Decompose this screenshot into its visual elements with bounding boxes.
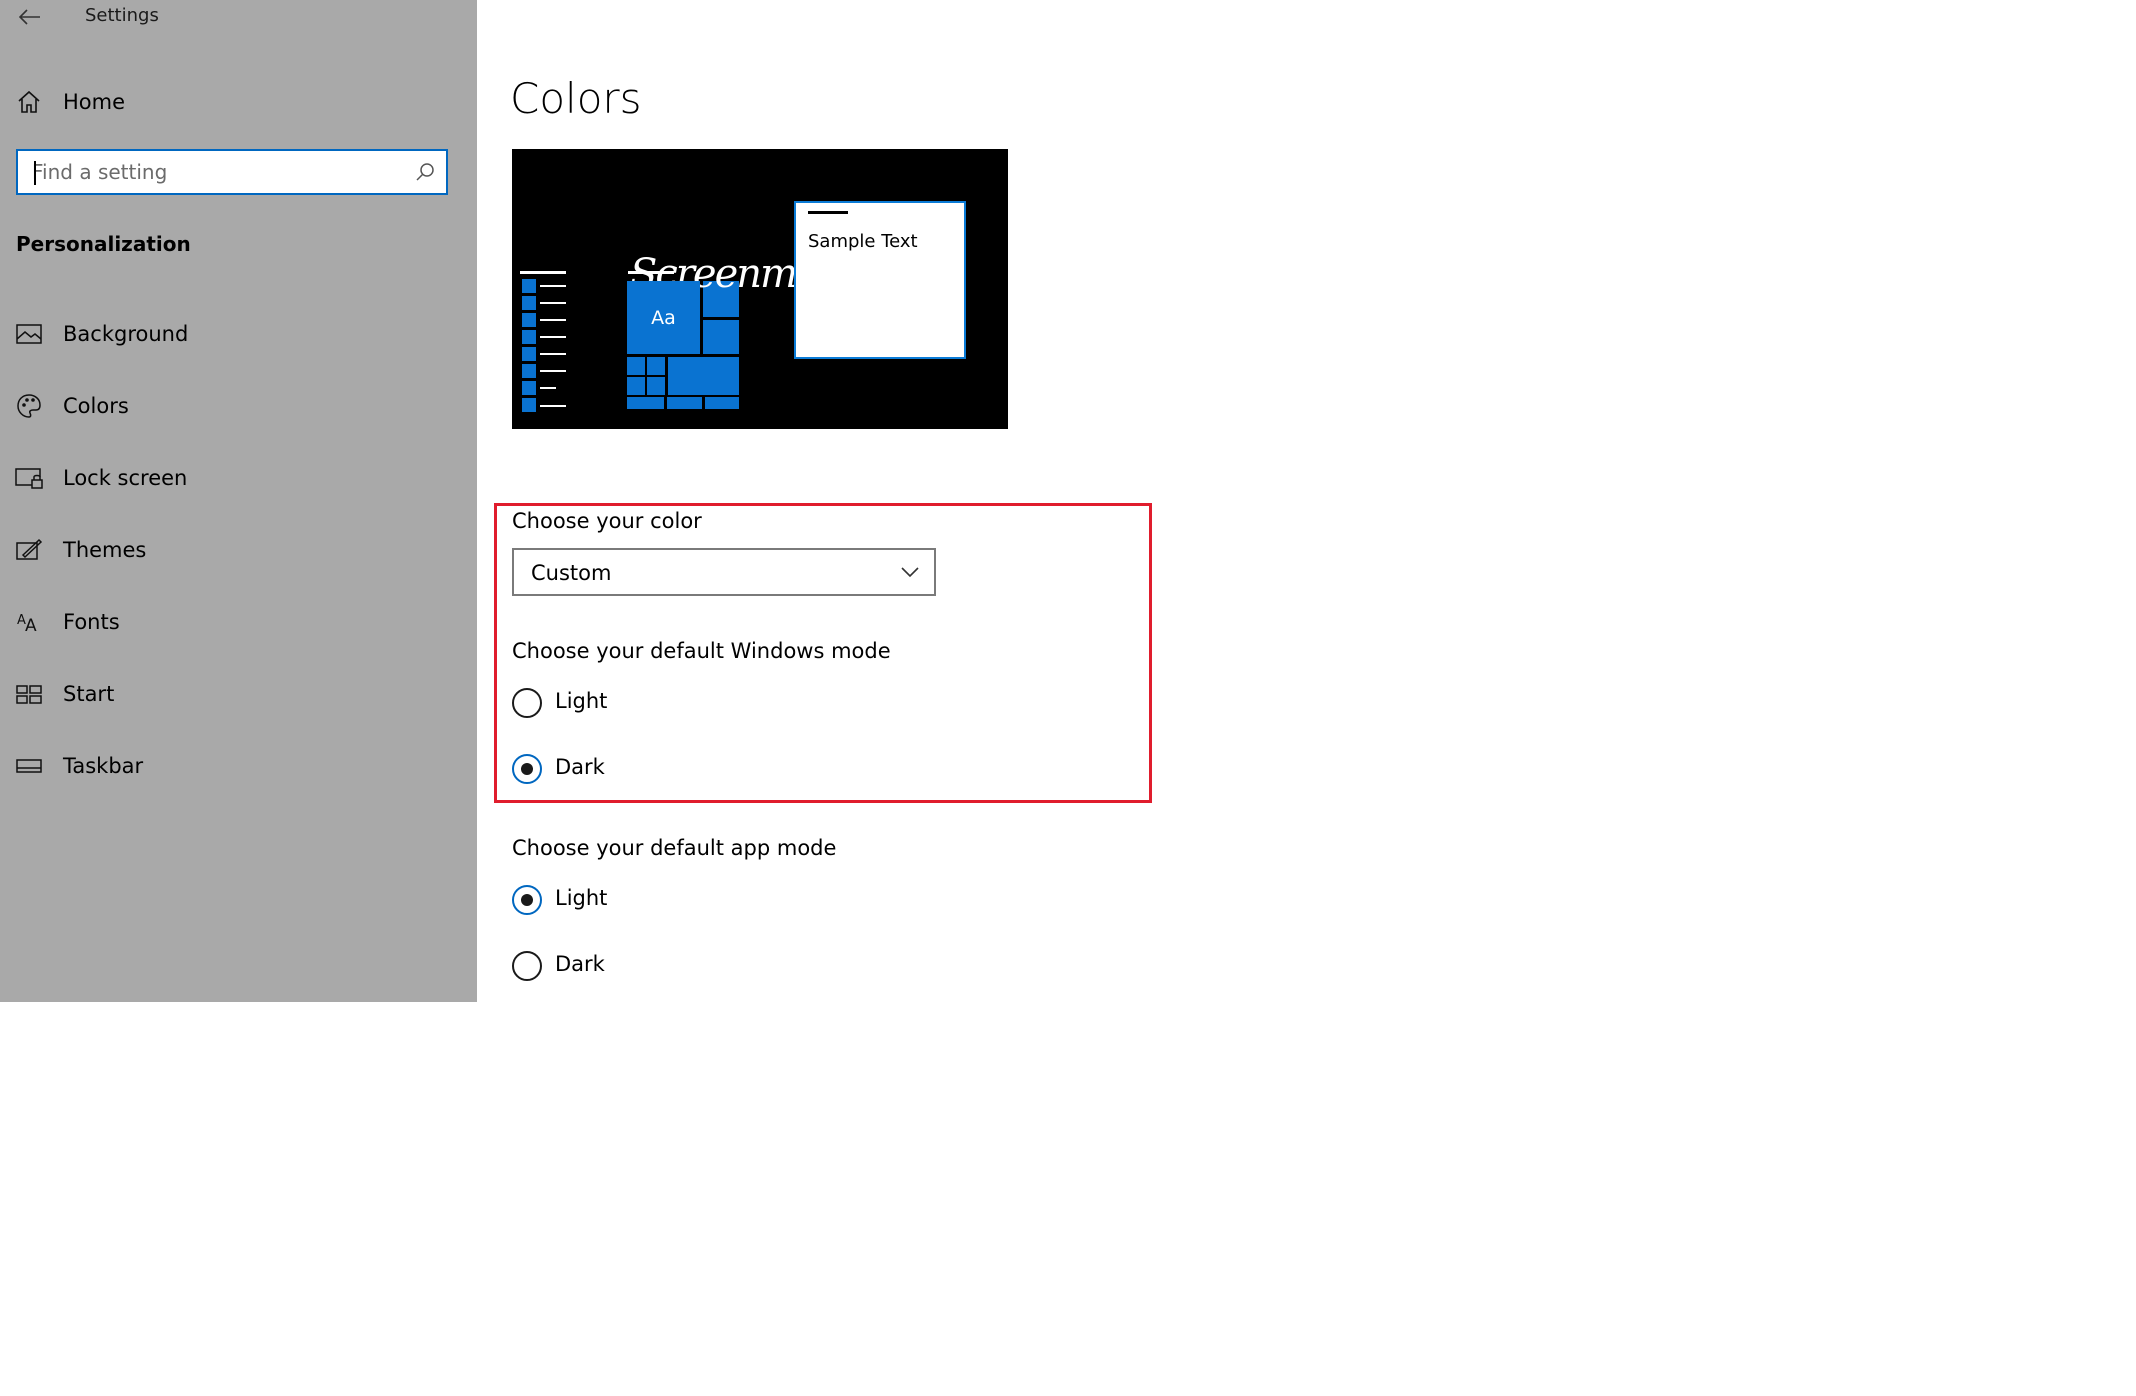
preview-tile-label: Aa (651, 306, 676, 329)
sidebar-item-label: Background (63, 322, 189, 346)
app-mode-label: Choose your default app mode (512, 836, 837, 860)
dropdown-value: Custom (531, 561, 612, 585)
sidebar-item-label: Themes (63, 538, 147, 562)
back-arrow-icon (19, 9, 40, 25)
svg-text:A: A (25, 616, 37, 634)
choose-color-label: Choose your color (512, 509, 702, 533)
sidebar-item-fonts[interactable]: A A Fonts (0, 594, 477, 650)
radio-label: Light (555, 886, 608, 910)
text-caret (34, 161, 36, 185)
sidebar-item-label: Fonts (63, 610, 120, 634)
radio-button[interactable] (512, 951, 542, 981)
back-button[interactable] (14, 2, 46, 32)
radio-button[interactable] (512, 885, 542, 915)
sidebar-item-themes[interactable]: Themes (0, 522, 477, 578)
preview-tile: Aa (627, 281, 700, 354)
color-preview: Screenmi Aa Sample Text (512, 149, 1008, 429)
page-title: Colors (510, 74, 642, 123)
sidebar: Settings Home Personalization (0, 0, 477, 1002)
choose-color-dropdown[interactable]: Custom (512, 548, 936, 596)
start-icon (14, 679, 44, 709)
section-heading: Personalization (16, 232, 191, 256)
window-title: Settings (85, 5, 159, 26)
sidebar-item-lock-screen[interactable]: Lock screen (0, 450, 477, 506)
sidebar-item-colors[interactable]: Colors (0, 378, 477, 434)
settings-window: Settings Home Personalization (0, 0, 2136, 1396)
radio-button[interactable] (512, 754, 542, 784)
sidebar-item-label: Start (63, 682, 115, 706)
sidebar-item-start[interactable]: Start (0, 666, 477, 722)
search-input[interactable] (32, 151, 412, 193)
radio-label: Dark (555, 952, 605, 976)
app-mode-light-option[interactable]: Light (512, 882, 812, 918)
lock-screen-icon (14, 463, 44, 493)
search-icon[interactable] (414, 161, 436, 183)
chevron-down-icon (901, 567, 919, 578)
search-box[interactable] (16, 149, 448, 195)
taskbar-icon (14, 751, 44, 781)
themes-icon (14, 535, 44, 565)
radio-label: Dark (555, 755, 605, 779)
app-mode-dark-option[interactable]: Dark (512, 948, 812, 984)
sidebar-item-home[interactable]: Home (0, 74, 477, 130)
windows-mode-light-option[interactable]: Light (512, 685, 812, 721)
windows-mode-label: Choose your default Windows mode (512, 639, 891, 663)
radio-label: Light (555, 689, 608, 713)
sample-window: Sample Text (794, 201, 966, 359)
sidebar-item-background[interactable]: Background (0, 306, 477, 362)
sidebar-item-label: Taskbar (63, 754, 144, 778)
fonts-icon: A A (14, 607, 44, 637)
sidebar-item-label: Lock screen (63, 466, 188, 490)
sample-window-titlebar (808, 211, 848, 214)
home-icon (14, 87, 44, 117)
sidebar-item-taskbar[interactable]: Taskbar (0, 738, 477, 794)
title-bar: Settings (0, 0, 477, 36)
radio-button[interactable] (512, 688, 542, 718)
picture-icon (14, 319, 44, 349)
sample-text: Sample Text (808, 231, 918, 252)
windows-mode-dark-option[interactable]: Dark (512, 751, 812, 787)
palette-icon (14, 391, 44, 421)
sidebar-item-label: Home (63, 90, 126, 114)
sidebar-item-label: Colors (63, 394, 129, 418)
